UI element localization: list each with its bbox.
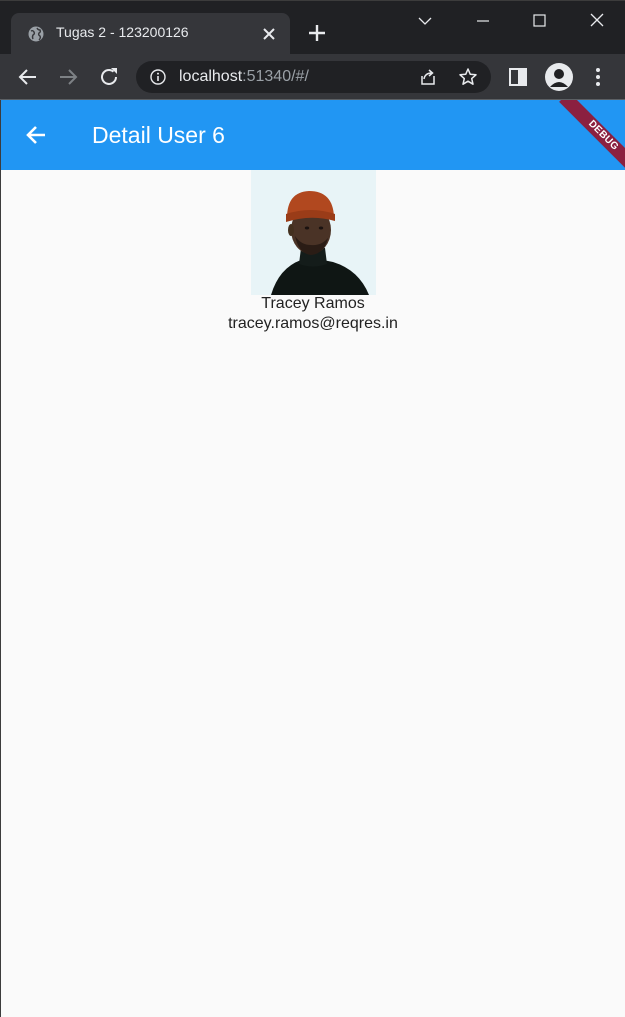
maximize-icon[interactable] (525, 9, 553, 33)
browser-tab-strip: Tugas 2 - 123200126 (0, 0, 625, 55)
user-detail-content: Tracey Ramos tracey.ramos@reqres.in (1, 170, 625, 1017)
user-avatar (251, 170, 376, 295)
browser-toolbar: localhost:51340/#/ (0, 54, 625, 100)
user-email: tracey.ramos@reqres.in (228, 315, 398, 332)
address-bar[interactable]: localhost:51340/#/ (136, 61, 491, 93)
reload-icon[interactable] (97, 65, 121, 89)
globe-icon (28, 26, 44, 42)
info-icon[interactable] (150, 69, 166, 85)
profile-icon[interactable] (545, 63, 573, 91)
forward-icon[interactable] (56, 65, 80, 89)
url-text: localhost:51340/#/ (179, 68, 309, 85)
star-icon[interactable] (458, 67, 478, 87)
chevron-down-icon[interactable] (411, 9, 439, 33)
page-title: Detail User 6 (92, 122, 225, 148)
back-icon[interactable] (16, 65, 40, 89)
close-icon[interactable] (261, 26, 277, 42)
tab-title: Tugas 2 - 123200126 (56, 24, 189, 40)
more-vert-icon[interactable] (586, 65, 610, 89)
app-bar: Detail User 6 (0, 100, 625, 170)
window-close-icon[interactable] (583, 9, 611, 33)
user-name: Tracey Ramos (261, 295, 365, 312)
minimize-icon[interactable] (469, 9, 497, 33)
back-arrow-icon[interactable] (24, 123, 48, 147)
browser-tab[interactable]: Tugas 2 - 123200126 (11, 13, 290, 55)
plus-icon[interactable] (305, 21, 329, 45)
side-panel-icon[interactable] (506, 65, 530, 89)
share-icon[interactable] (418, 67, 438, 87)
